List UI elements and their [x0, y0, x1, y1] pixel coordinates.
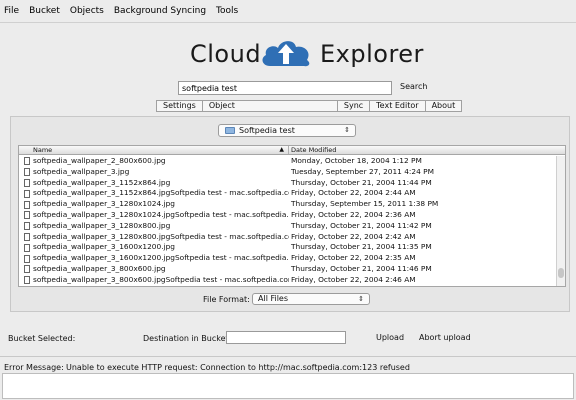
file-date-modified: Tuesday, September 27, 2011 4:24 PM [291, 166, 435, 176]
cloud-upload-icon [262, 41, 310, 67]
menu-bar: File Bucket Objects Background Syncing T… [0, 0, 576, 22]
file-date-modified: Thursday, October 21, 2004 11:35 PM [291, 242, 432, 252]
file-date-modified: Friday, October 22, 2004 2:36 AM [291, 209, 416, 219]
tab-spacer [240, 100, 337, 112]
file-date-modified: Thursday, October 21, 2004 11:46 PM [291, 263, 432, 273]
file-name: softpedia_wallpaper_3_1280x1024.jpgSoftp… [33, 209, 289, 219]
table-row[interactable]: softpedia_wallpaper_3_800x600.jpgSoftped… [19, 275, 557, 286]
menu-bucket[interactable]: Bucket [29, 6, 60, 16]
status-divider [0, 356, 576, 357]
bucket-select-value: Softpedia test [239, 126, 295, 135]
table-row[interactable]: softpedia_wallpaper_3_1280x1024.jpgSoftp… [19, 210, 557, 221]
upload-button[interactable]: Upload [376, 333, 404, 342]
file-date-modified: Friday, October 22, 2004 2:42 AM [291, 231, 416, 241]
file-date-modified: Friday, October 22, 2004 2:35 AM [291, 253, 416, 263]
file-format-value: All Files [258, 294, 289, 303]
file-format-label: File Format: [203, 295, 250, 304]
file-name: softpedia_wallpaper_3_800x600.jpg [33, 263, 166, 273]
table-row[interactable]: softpedia_wallpaper_2_800x600.jpg Monday,… [19, 156, 557, 167]
file-name: softpedia_wallpaper_3_1600x1200.jpgSoftp… [33, 253, 289, 263]
file-date-modified: Friday, October 22, 2004 2:44 AM [291, 188, 416, 198]
chevron-updown-icon: ⇕ [358, 295, 364, 303]
menu-tools[interactable]: Tools [216, 6, 238, 16]
file-format-select[interactable]: All Files ⇕ [252, 293, 370, 305]
search-button[interactable]: Search [400, 82, 427, 91]
table-header: Name ▲ Date Modified [19, 146, 565, 155]
column-date-header[interactable]: Date Modified [289, 146, 336, 154]
menu-background-syncing[interactable]: Background Syncing [114, 6, 206, 16]
tab-sync[interactable]: Sync [336, 100, 371, 112]
scrollbar-thumb[interactable] [558, 268, 564, 278]
tab-object[interactable]: Object [201, 100, 242, 112]
file-name: softpedia_wallpaper_3.jpg [33, 166, 130, 176]
file-date-modified: Thursday, October 21, 2004 4:25 PM [289, 286, 427, 287]
tab-about[interactable]: About [424, 100, 463, 112]
file-name: softpedia_wallpaper_3_1280x800.jpg [33, 220, 171, 230]
table-row[interactable]: softpedia_wallpaper_3.jpg Tuesday, Septem… [19, 167, 557, 178]
table-row[interactable]: softpedia_wallpaper_3_1280x800.jpgSoftpe… [19, 232, 557, 243]
table-rows: softpedia_wallpaper_2_800x600.jpg Monday,… [19, 156, 557, 287]
table-row[interactable]: softpedia_wallpaper_3_1152x864.jpgSoftpe… [19, 188, 557, 199]
table-row[interactable]: softpedia_wallpaper_3_1600x1200.jpgSoftp… [19, 253, 557, 264]
abort-upload-button[interactable]: Abort upload [419, 333, 471, 342]
file-name: softpedia_wallpaper_3_800x600.jpgSoftped… [33, 274, 289, 284]
file-icon [24, 265, 30, 274]
tab-settings[interactable]: Settings [156, 100, 203, 112]
file-icon [24, 243, 30, 252]
menu-objects[interactable]: Objects [70, 6, 104, 16]
file-name: softpedia_wallpaper_3_1280x1024.jpg [33, 199, 175, 209]
table-row[interactable]: softpedia_wallpaper_4.jpg Thursday, Octob… [19, 286, 557, 287]
error-message-text: Unable to execute HTTP request: Connecti… [66, 363, 410, 372]
destination-input[interactable] [226, 331, 346, 344]
file-icon [24, 254, 30, 263]
file-icon [24, 232, 30, 241]
file-icon [24, 200, 30, 209]
menu-divider [0, 22, 576, 23]
file-date-modified: Monday, October 18, 2004 1:12 PM [291, 156, 422, 165]
table-row[interactable]: softpedia_wallpaper_3_1600x1200.jpg Thurs… [19, 242, 557, 253]
sort-ascending-icon: ▲ [279, 146, 284, 153]
file-name: softpedia_wallpaper_3_1152x864.jpgSoftpe… [33, 188, 289, 198]
file-date-modified: Thursday, October 21, 2004 11:42 PM [291, 220, 432, 230]
chevron-updown-icon: ⇕ [344, 126, 350, 134]
table-row[interactable]: softpedia_wallpaper_3_1280x1024.jpg Thurs… [19, 199, 557, 210]
bucket-select[interactable]: Softpedia test ⇕ [218, 124, 356, 137]
file-name: softpedia_wallpaper_3_1280x800.jpgSoftpe… [33, 231, 289, 241]
logo-text-right: Explorer [320, 40, 424, 68]
file-date-modified: Thursday, October 21, 2004 11:44 PM [291, 177, 432, 187]
file-icon [24, 189, 30, 198]
file-name: softpedia_wallpaper_3_1152x864.jpg [33, 177, 171, 187]
menu-file[interactable]: File [4, 6, 19, 16]
log-area[interactable] [2, 373, 574, 399]
tab-bar: Settings Object Sync Text Editor About [156, 100, 463, 112]
folder-icon [225, 127, 235, 134]
file-icon [24, 211, 30, 220]
file-name: softpedia_wallpaper_3_1600x1200.jpg [33, 242, 175, 252]
file-date-modified: Thursday, September 15, 2011 1:38 PM [291, 199, 439, 209]
file-name: softpedia_wallpaper_2_800x600.jpg [33, 156, 166, 165]
app-logo: Cloud Explorer [0, 36, 576, 78]
file-icon [24, 178, 30, 187]
file-icon [24, 276, 30, 285]
file-name: softpedia_wallpaper_4.jpg [33, 286, 129, 287]
search-input[interactable] [178, 81, 392, 95]
table-row[interactable]: softpedia_wallpaper_3_1280x800.jpg Thursd… [19, 221, 557, 232]
bucket-selected-label: Bucket Selected: [8, 334, 76, 343]
file-icon [24, 157, 30, 166]
column-name-header[interactable]: Name ▲ [19, 146, 289, 154]
file-icon [24, 168, 30, 177]
table-row[interactable]: softpedia_wallpaper_3_800x600.jpg Thursda… [19, 264, 557, 275]
file-icon [24, 222, 30, 231]
file-date-modified: Friday, October 22, 2004 2:46 AM [291, 274, 416, 284]
error-message-label: Error Message: [4, 363, 64, 372]
logo-text-left: Cloud [190, 40, 262, 68]
tab-text-editor[interactable]: Text Editor [369, 100, 426, 112]
table-row[interactable]: softpedia_wallpaper_3_1152x864.jpg Thursd… [19, 178, 557, 189]
vertical-scrollbar[interactable] [556, 156, 565, 286]
destination-label: Destination in Bucket: [143, 334, 232, 343]
object-table: Name ▲ Date Modified softpedia_wallpaper… [18, 145, 566, 287]
